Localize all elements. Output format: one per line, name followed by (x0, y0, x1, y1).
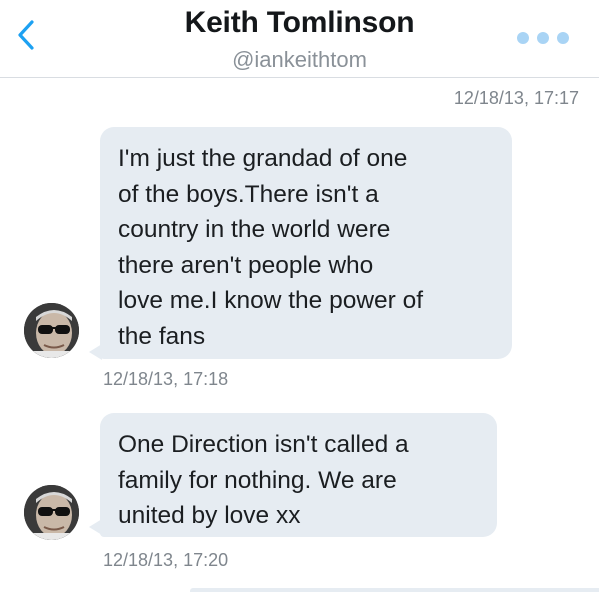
conversation-title[interactable]: Keith Tomlinson (0, 6, 599, 40)
message-text-line: country in the world were (118, 216, 391, 243)
dm-conversation-screen: Keith Tomlinson @iankeithtom 12/18/13, 1… (0, 0, 599, 592)
avatar[interactable] (24, 303, 79, 358)
more-dots-icon (517, 32, 529, 44)
message-timestamp: 12/18/13, 17:17 (453, 88, 579, 108)
conversation-handle: @iankeithtom (232, 47, 367, 72)
message-text-line: the fans (118, 322, 206, 350)
next-message-bubble-edge (190, 588, 599, 592)
message-timestamp: 12/18/13, 17:18 (103, 369, 229, 389)
message-bubble[interactable]: One Direction isn't called a family for … (100, 413, 497, 537)
message-text-line: of the boys.There isn't a (118, 180, 379, 208)
message-text-line: there aren't people who (118, 251, 374, 279)
bubble-tail (89, 344, 102, 360)
message-text-line: united by love xx (118, 502, 301, 529)
message-text-line: One Direction isn't called a (118, 431, 409, 458)
header-divider (0, 77, 599, 78)
message-text-line: love me.I know the power of (118, 287, 424, 314)
message-bubble[interactable]: I'm just the grandad of one of the boys.… (100, 127, 512, 359)
message-text-line: family for nothing. We are (118, 466, 397, 494)
bubble-tail (89, 519, 102, 535)
conversation-header: Keith Tomlinson @iankeithtom (0, 0, 599, 78)
more-dots-icon (537, 32, 549, 44)
more-button[interactable] (517, 30, 569, 46)
message-timestamp: 12/18/13, 17:20 (103, 550, 229, 570)
message-text-line: I'm just the grandad of one (118, 145, 408, 172)
avatar[interactable] (24, 485, 79, 540)
more-dots-icon (557, 32, 569, 44)
